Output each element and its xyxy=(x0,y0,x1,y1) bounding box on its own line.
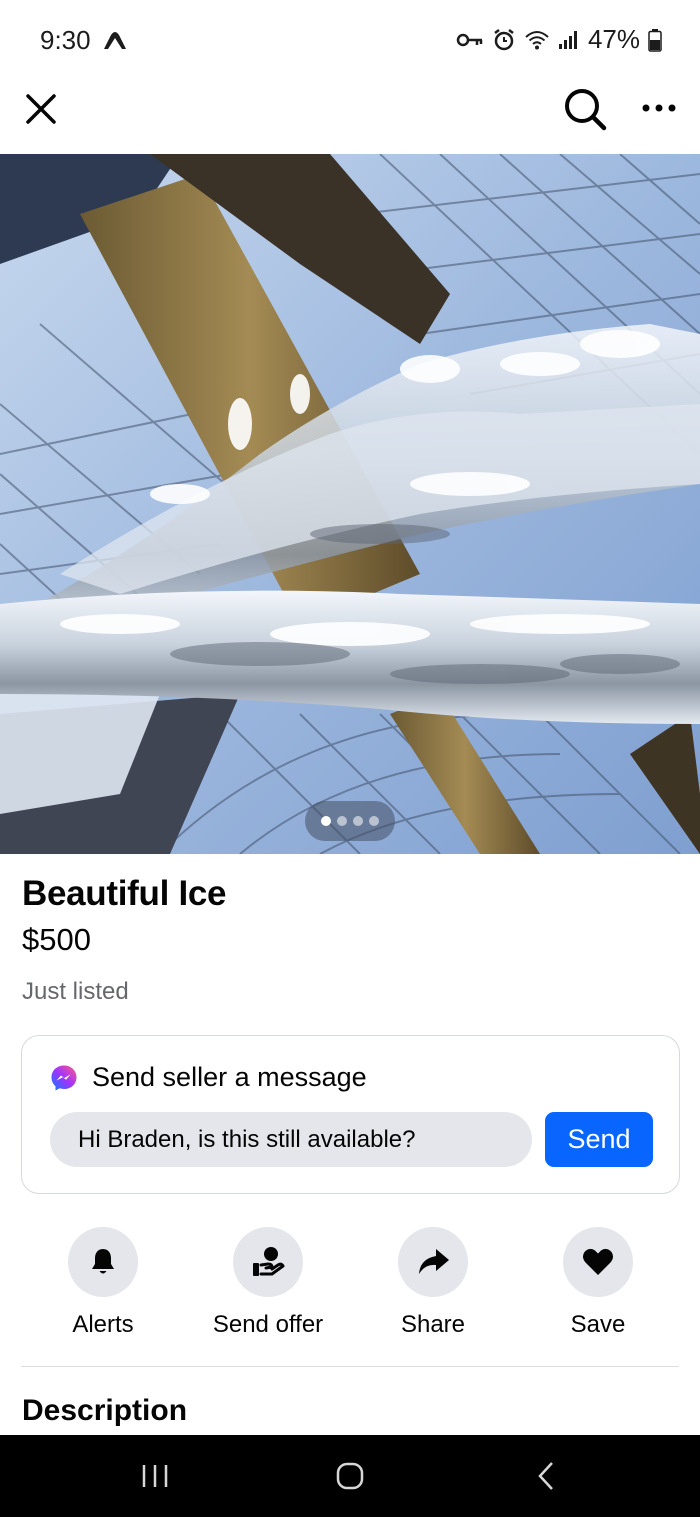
vpn-key-icon xyxy=(456,33,483,46)
signal-icon xyxy=(558,30,577,49)
pager-dot xyxy=(337,816,347,826)
message-heading: Send seller a message xyxy=(92,1062,367,1092)
alarm-icon xyxy=(494,28,514,50)
message-input[interactable]: Hi Braden, is this still available? xyxy=(50,1112,532,1167)
status-indicators: 47% xyxy=(456,24,662,55)
save-button-circle[interactable] xyxy=(563,1227,633,1297)
listing-status: Just listed xyxy=(22,978,129,1005)
system-nav-bar xyxy=(0,1435,700,1517)
close-icon[interactable] xyxy=(22,90,60,128)
message-header: Send seller a message xyxy=(50,1062,367,1093)
listing-photo[interactable] xyxy=(0,154,700,854)
app-notification-icon xyxy=(104,32,126,49)
listing-price: $500 xyxy=(22,922,91,957)
back-icon[interactable] xyxy=(536,1461,556,1491)
home-icon[interactable] xyxy=(336,1462,364,1490)
share-button[interactable]: Share xyxy=(353,1227,513,1339)
pager-dot xyxy=(353,816,363,826)
send-offer-button-circle[interactable] xyxy=(233,1227,303,1297)
heart-icon xyxy=(582,1248,614,1275)
recents-icon[interactable] xyxy=(140,1463,170,1489)
save-label: Save xyxy=(570,1311,626,1338)
battery-percentage: 47% xyxy=(587,24,640,54)
bell-icon xyxy=(92,1249,114,1274)
description-heading: Description xyxy=(22,1394,188,1427)
offer-icon xyxy=(253,1247,285,1276)
share-button-circle[interactable] xyxy=(398,1227,468,1297)
section-divider xyxy=(21,1366,679,1367)
alerts-button[interactable]: Alerts xyxy=(23,1227,183,1339)
alerts-label: Alerts xyxy=(72,1311,134,1338)
save-button[interactable]: Save xyxy=(518,1227,678,1339)
alerts-button-circle[interactable] xyxy=(68,1227,138,1297)
ice-photo-illustration xyxy=(0,154,700,854)
send-offer-button[interactable]: Send offer xyxy=(188,1227,348,1339)
share-label: Share xyxy=(400,1311,466,1338)
search-icon[interactable] xyxy=(562,86,608,132)
status-bar: 9:30 47% xyxy=(0,0,700,80)
pager-dot xyxy=(369,816,379,826)
pager-dot-active xyxy=(321,816,331,826)
more-icon[interactable] xyxy=(640,96,678,120)
messenger-icon xyxy=(51,1065,77,1090)
listing-title: Beautiful Ice xyxy=(22,874,227,913)
battery-icon xyxy=(648,28,662,52)
send-offer-label: Send offer xyxy=(212,1311,324,1338)
wifi-icon xyxy=(525,30,549,49)
status-time: 9:30 xyxy=(40,25,91,55)
share-icon xyxy=(419,1249,449,1274)
action-row: Alerts Send offer Share Save xyxy=(0,1227,700,1347)
send-button[interactable]: Send xyxy=(545,1112,653,1167)
top-nav xyxy=(0,80,700,154)
send-message-card: Send seller a message Hi Braden, is this… xyxy=(21,1035,680,1194)
photo-pager[interactable] xyxy=(305,801,395,841)
